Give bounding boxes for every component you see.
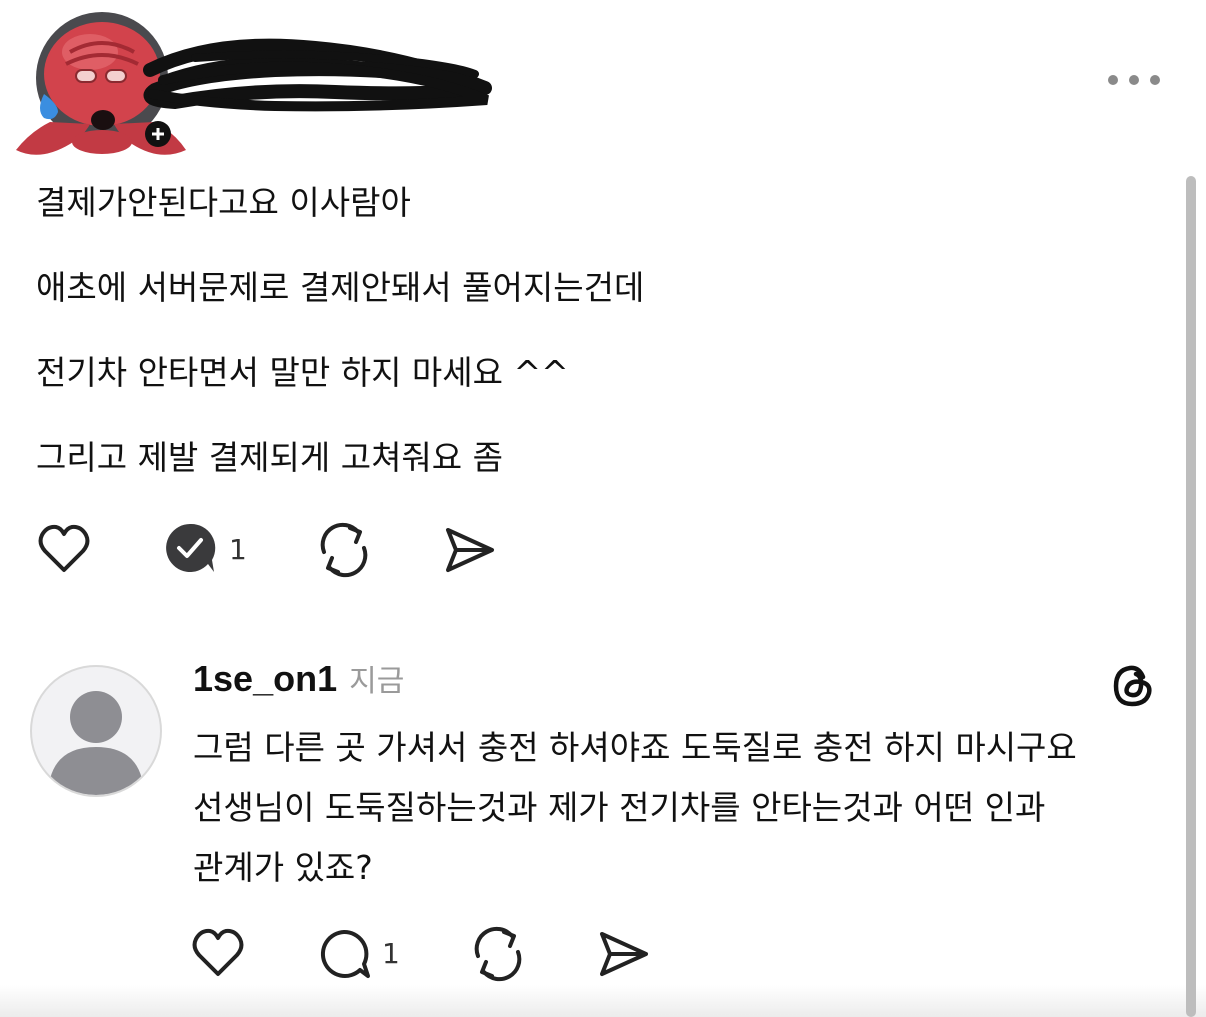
more-horizontal-icon [1108, 75, 1118, 85]
reply-reply-count: 1 [382, 937, 400, 970]
post-line: 결제가안된다고요 이사람아 [36, 183, 411, 222]
reply-share-button[interactable] [594, 922, 658, 986]
heart-icon [192, 928, 244, 976]
post-text: 결제가안된다고요 이사람아 애초에 서버문제로 결제안돼서 풀어지는건데 전기차… [36, 178, 1136, 518]
threads-logo-icon [1108, 660, 1158, 710]
repost-icon [474, 926, 522, 982]
reply-like-button[interactable] [190, 922, 254, 986]
scrollbar[interactable] [1186, 176, 1196, 1017]
reply-comment-button[interactable] [316, 922, 380, 986]
send-icon [446, 528, 494, 572]
reply-username[interactable]: 1se_on1 [193, 658, 337, 700]
reply-line: 관계가 있죠? [193, 848, 373, 887]
reply-header: 1se_on1 지금 [193, 656, 404, 712]
redacted-author-name [135, 30, 500, 120]
comment-icon [320, 929, 370, 978]
reply-repost-button[interactable] [470, 922, 534, 986]
post-line: 전기차 안타면서 말만 하지 마세요 ^^ [36, 353, 569, 392]
reply-line: 그럼 다른 곳 가셔서 충전 하셔야죠 도둑질로 충전 하지 마시구요 [193, 728, 1077, 767]
default-user-icon [50, 691, 142, 795]
reply-timestamp: 지금 [349, 664, 405, 699]
more-dot [1150, 75, 1160, 85]
reply-replied-icon [166, 523, 216, 572]
reply-line: 선생님이 도둑질하는것과 제가 전기차를 안타는것과 어떤 인과 [193, 788, 1046, 827]
thread-screen: 결제가안된다고요 이사람아 애초에 서버문제로 결제안돼서 풀어지는건데 전기차… [0, 0, 1206, 1017]
post-line: 애초에 서버문제로 결제안돼서 풀어지는건데 [36, 268, 645, 307]
repost-button[interactable] [316, 518, 380, 582]
reply-avatar[interactable] [30, 665, 162, 797]
heart-icon [38, 524, 90, 572]
more-options-button[interactable] [1108, 66, 1160, 94]
repost-icon [320, 522, 368, 578]
reply-text: 그럼 다른 곳 가셔서 충전 하셔야죠 도둑질로 충전 하지 마시구요 선생님이… [193, 718, 1183, 898]
share-button[interactable] [440, 518, 504, 582]
reply-button[interactable] [162, 518, 226, 582]
send-icon [600, 932, 648, 976]
more-dot [1129, 75, 1139, 85]
post-line: 그리고 제발 결제되게 고쳐줘요 좀 [36, 438, 503, 477]
post-reply-count: 1 [229, 533, 247, 566]
like-button[interactable] [36, 518, 100, 582]
bottom-edge-shadow [0, 985, 1206, 1017]
